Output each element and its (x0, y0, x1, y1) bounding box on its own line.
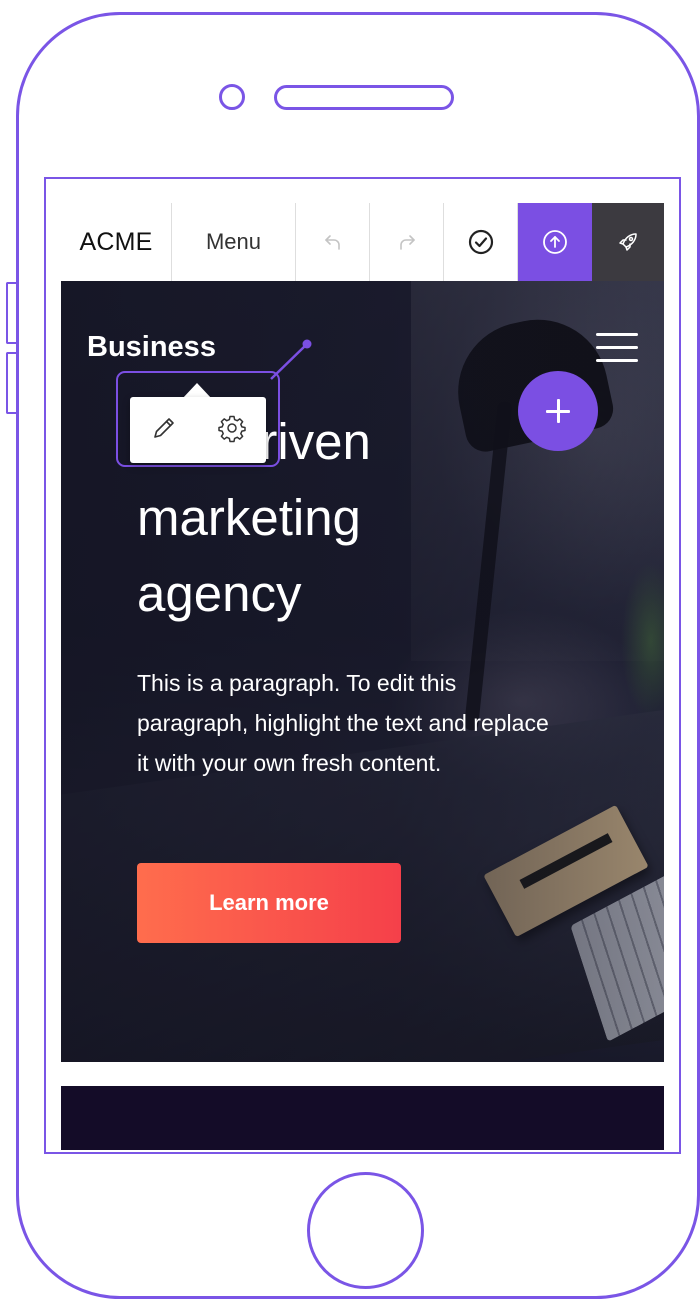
rocket-icon (619, 233, 637, 251)
launch-button[interactable] (592, 203, 664, 281)
undo-button[interactable] (296, 203, 370, 281)
element-edit-popover (130, 397, 266, 463)
menu-button[interactable]: Menu (172, 203, 296, 281)
redo-icon (399, 235, 415, 250)
next-section (61, 1086, 664, 1150)
upload-circle-icon (543, 230, 567, 254)
phone-screen: ACME Menu Business -driven marketing age… (44, 177, 681, 1154)
phone-camera (219, 84, 245, 110)
learn-more-button[interactable]: Learn more (137, 863, 401, 943)
preview-check-button[interactable] (444, 203, 518, 281)
settings-button[interactable] (217, 413, 247, 448)
hero-paragraph[interactable]: This is a paragraph. To edit this paragr… (137, 663, 557, 783)
redo-button[interactable] (370, 203, 444, 281)
gear-icon (217, 415, 246, 442)
hero-section: Business -driven marketing agency This i… (61, 281, 664, 1062)
phone-home-button (307, 1172, 424, 1289)
edit-button[interactable] (150, 414, 178, 447)
check-circle-icon (468, 229, 493, 255)
editor-toolbar: ACME Menu (61, 203, 664, 282)
pencil-icon (153, 417, 174, 438)
add-section-button[interactable] (518, 371, 598, 451)
plus-icon-vertical (556, 399, 560, 423)
publish-button[interactable] (518, 203, 592, 281)
phone-speaker (274, 85, 454, 110)
toolbar-brand[interactable]: ACME (61, 203, 172, 281)
undo-icon (324, 235, 340, 250)
